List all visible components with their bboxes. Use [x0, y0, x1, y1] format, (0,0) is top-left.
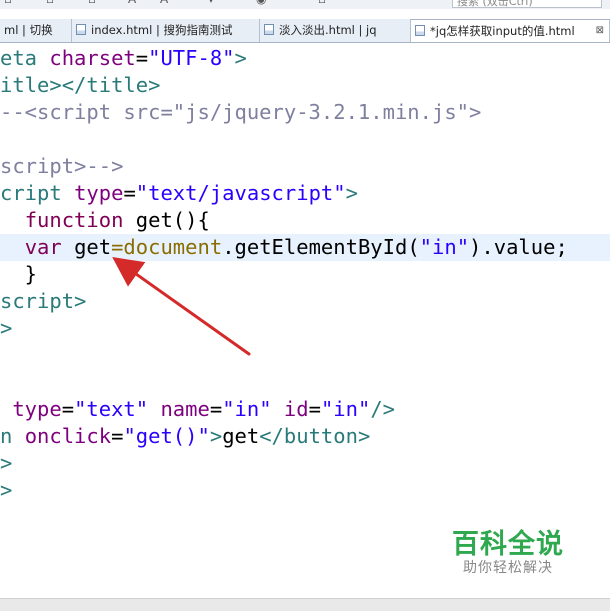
code-token: name: [160, 397, 210, 421]
code-token: =: [135, 46, 149, 70]
code-token: "in": [419, 235, 470, 259]
code-line[interactable]: itle></title>: [0, 72, 610, 99]
code-token: "in": [222, 397, 284, 421]
code-token: =: [123, 181, 136, 205]
code-token: var: [24, 235, 75, 259]
code-token: "in": [320, 397, 371, 421]
code-token: get(){: [135, 208, 210, 232]
code-token: >: [209, 424, 223, 448]
code-token: type: [74, 181, 124, 205]
code-token: script>: [0, 289, 87, 313]
code-line[interactable]: function get(){: [0, 207, 610, 234]
editor-tab-bar: ml | 切换 index.html | 搜狗指南测试 淡入淡出.html | …: [0, 19, 610, 43]
editor-tab[interactable]: index.html | 搜狗指南测试: [72, 19, 260, 42]
code-token: =: [61, 397, 75, 421]
html-file-icon: [264, 24, 274, 35]
code-token: "get()": [123, 424, 210, 448]
code-line[interactable]: [0, 342, 610, 369]
code-token: cript: [0, 181, 75, 205]
code-token: ).value;: [469, 235, 568, 259]
code-line[interactable]: }: [0, 261, 610, 288]
tab-label: *jq怎样获取input的值.html: [430, 24, 575, 38]
code-token: --<script src="js/jquery-3.2.1.min.js">: [0, 100, 482, 124]
code-token: "text": [74, 397, 161, 421]
code-token: "text/javascript": [135, 181, 346, 205]
code-line[interactable]: >: [0, 315, 610, 342]
code-token: =document: [111, 235, 223, 259]
watermark-subtitle: 助你轻松解决: [463, 560, 553, 576]
tab-label: 淡入淡出.html | jq: [279, 23, 377, 37]
tab-label: index.html | 搜狗指南测试: [91, 23, 233, 37]
code-token: >: [234, 46, 247, 70]
code-token: onclick: [24, 424, 112, 448]
code-line[interactable]: type="text" name="in" id="in"/>: [0, 396, 610, 423]
close-tab-icon[interactable]: ⊠: [596, 20, 604, 42]
code-token: script>-->: [0, 154, 124, 178]
editor-tab-active[interactable]: *jq怎样获取input的值.html ⊠: [411, 19, 610, 42]
watermark-logo: 百科全说 助你轻松解决: [432, 512, 584, 584]
code-token: />: [370, 397, 395, 421]
code-line[interactable]: [0, 126, 610, 153]
code-token: n: [0, 424, 25, 448]
code-line[interactable]: --<script src="js/jquery-3.2.1.min.js">: [0, 99, 610, 126]
font-decrease-icon[interactable]: A: [160, 0, 168, 6]
toolbar: ▫ ▫ ▫ A A ▾ ◉ ▫ 搜索 (双击Ctrl): [0, 0, 610, 9]
font-increase-icon[interactable]: A: [128, 0, 136, 6]
run-icon[interactable]: ▾: [208, 0, 214, 6]
code-line[interactable]: script>-->: [0, 153, 610, 180]
html-file-icon: [415, 25, 425, 36]
code-token: }: [0, 262, 38, 286]
code-token: =: [111, 424, 124, 448]
code-token: get: [222, 424, 260, 448]
code-token: </button>: [259, 424, 371, 448]
code-token: charset: [49, 46, 136, 70]
code-token: =: [308, 397, 321, 421]
code-token: function: [24, 208, 136, 232]
code-token: =: [209, 397, 223, 421]
code-token: type: [12, 397, 62, 421]
code-line[interactable]: eta charset="UTF-8">: [0, 45, 610, 72]
code-token: id: [283, 397, 309, 421]
horizontal-scrollbar[interactable]: [0, 598, 610, 611]
editor-tab[interactable]: ml | 切换: [0, 19, 72, 42]
code-token: >: [0, 451, 13, 475]
code-line[interactable]: script>: [0, 288, 610, 315]
toolbar-icon[interactable]: ▫: [4, 0, 12, 6]
code-line[interactable]: var get=document.getElementById("in").va…: [0, 234, 610, 261]
code-token: get: [74, 235, 112, 259]
code-line[interactable]: >: [0, 450, 610, 477]
toolbar-icon[interactable]: ▫: [318, 0, 326, 6]
code-line[interactable]: >: [0, 477, 610, 504]
code-token: "UTF-8": [148, 46, 235, 70]
code-token: >: [345, 181, 358, 205]
code-token: >: [0, 478, 13, 502]
watermark-title: 百科全说: [452, 529, 564, 560]
editor-tab[interactable]: 淡入淡出.html | jq: [260, 19, 411, 42]
code-line[interactable]: [0, 369, 610, 396]
toolbar-icon[interactable]: ▫: [46, 0, 54, 6]
search-input[interactable]: 搜索 (双击Ctrl): [452, 0, 602, 8]
code-line[interactable]: cript type="text/javascript">: [0, 180, 610, 207]
toolbar-icon[interactable]: ▫: [88, 0, 96, 6]
browser-icon[interactable]: ◉: [256, 0, 266, 6]
tab-label: ml | 切换: [4, 23, 53, 37]
code-token: eta: [0, 46, 50, 70]
html-file-icon: [76, 24, 86, 35]
code-token: >: [0, 316, 13, 340]
code-token: .getElementById(: [222, 235, 420, 259]
code-line[interactable]: n onclick="get()">get</button>: [0, 423, 610, 450]
code-token: itle></title>: [0, 73, 161, 97]
